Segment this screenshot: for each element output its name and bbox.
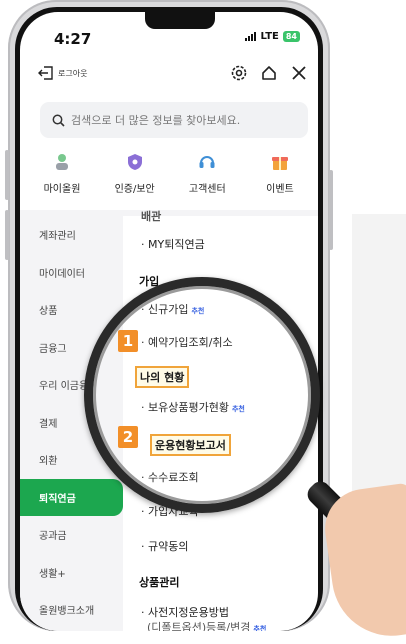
menu-preset-sub[interactable]: (디폴트옵션)등록/변경 추천 <box>147 619 266 631</box>
volume-button <box>5 150 9 200</box>
sidebar-item-mydata[interactable]: 마이데이터 <box>20 254 123 292</box>
logout-icon <box>38 66 53 80</box>
network-label: LTE <box>260 31 279 42</box>
sidebar-item-utility[interactable]: 공과금 <box>20 516 123 554</box>
gear-icon[interactable] <box>230 64 248 82</box>
person-icon <box>56 154 68 170</box>
magnifier-glass <box>84 277 320 513</box>
menu-terms[interactable]: · 규약동의 <box>141 538 188 554</box>
quick-label: 마이올원 <box>43 184 81 195</box>
quick-item-auth[interactable]: 인증/보안 <box>101 152 169 195</box>
logout-label: 로그아웃 <box>58 68 88 78</box>
recommend-badge: 추천 <box>253 625 267 631</box>
quick-label: 고객센터 <box>188 184 226 195</box>
gift-icon <box>271 157 288 170</box>
background-panel <box>352 214 406 514</box>
quick-item-event[interactable]: 이벤트 <box>246 152 314 195</box>
volume-button <box>5 210 9 260</box>
search-icon <box>52 114 65 127</box>
quick-item-support[interactable]: 고객센터 <box>173 152 241 195</box>
sidebar-item-account[interactable]: 계좌관리 <box>20 216 123 254</box>
menu-preset-sub-label: (디폴트옵션)등록/변경 <box>147 621 251 631</box>
quick-label: 이벤트 <box>266 184 294 195</box>
sidebar-item-pension[interactable]: 퇴직연금 <box>20 478 123 516</box>
search-placeholder: 검색으로 더 많은 정보를 찾아보세요. <box>71 114 241 127</box>
home-icon[interactable] <box>260 64 278 82</box>
section-product: 상품관리 <box>139 576 180 589</box>
power-button <box>329 170 333 250</box>
headset-icon <box>199 156 215 168</box>
notch <box>145 12 215 29</box>
search-input[interactable]: 검색으로 더 많은 정보를 찾아보세요. <box>40 102 308 138</box>
quick-item-myallone[interactable]: 마이올원 <box>28 152 96 195</box>
quick-menu: 마이올원 인증/보안 고객센터 이벤트 <box>28 152 314 195</box>
menu-preset-method[interactable]: · 사전지정운용방법 <box>141 604 229 620</box>
status-time: 4:27 <box>54 30 92 48</box>
top-bar: 로그아웃 <box>20 60 318 94</box>
top-icons <box>230 64 308 82</box>
signal-icon <box>245 32 257 41</box>
menu-mypension[interactable]: · MY퇴직연금 <box>141 236 205 252</box>
sidebar-item-about[interactable]: 올원뱅크소개 <box>20 591 123 629</box>
battery-icon: 84 <box>282 31 300 42</box>
hand-illustration <box>319 482 406 644</box>
quick-label: 인증/보안 <box>114 184 155 195</box>
close-icon[interactable] <box>290 64 308 82</box>
logout-button[interactable]: 로그아웃 <box>38 66 87 80</box>
sidebar-item-life[interactable]: 생활+ <box>20 554 123 592</box>
partial-section-header: 배관 <box>141 210 162 223</box>
status-indicators: LTE 84 <box>245 31 300 42</box>
shield-icon <box>127 154 142 170</box>
